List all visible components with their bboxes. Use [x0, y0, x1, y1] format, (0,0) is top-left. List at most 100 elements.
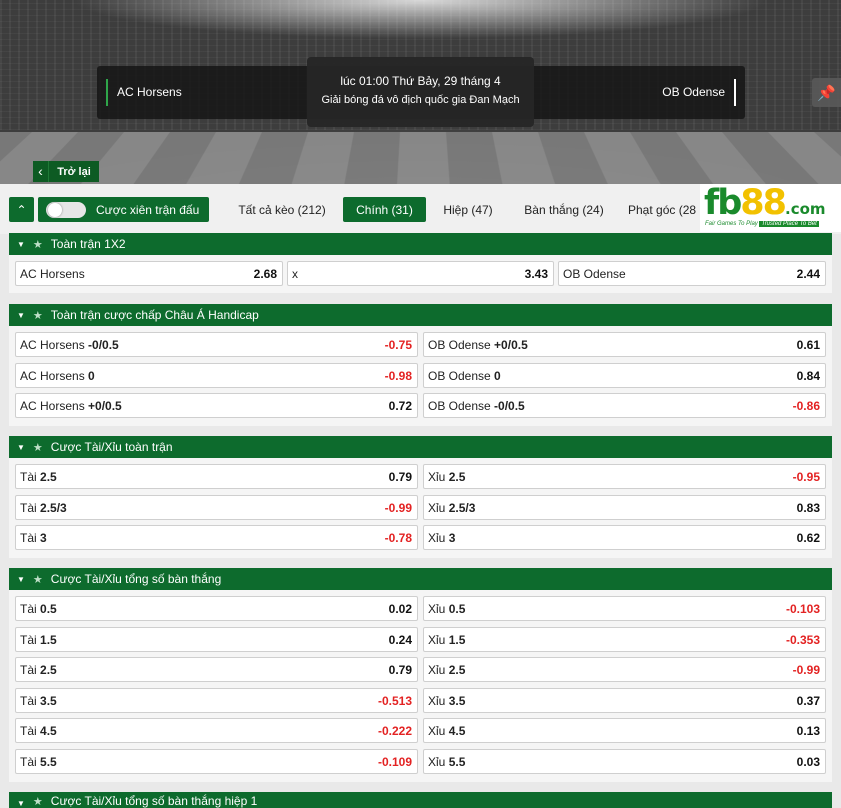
fb88-logo: fb88.com Fair Games To Play Trusted Plac…	[700, 184, 841, 232]
odds-value: -0.98	[384, 368, 412, 383]
odds-cell-left[interactable]: AC Horsens +0/0.5 0.72	[15, 393, 418, 418]
match-time: lúc 01:00 Thứ Bảy, 29 tháng 4	[340, 74, 501, 88]
odds-cell-right[interactable]: OB Odense -0/0.5 -0.86	[423, 393, 826, 418]
odds-cell-left[interactable]: Tài 3 -0.78	[15, 525, 418, 550]
parlay-label: Cược xiên trận đấu	[96, 202, 200, 217]
market-title: Cược Tài/Xỉu toàn trận	[50, 440, 173, 454]
odds-cell-home[interactable]: AC Horsens 2.68	[15, 261, 283, 286]
selection-line: 2.5	[40, 662, 57, 677]
selection-line: 4.5	[448, 723, 466, 738]
selection-line: 2.5	[40, 469, 57, 484]
tab-half[interactable]: Hiệp (47)	[436, 197, 500, 222]
selection-name: Tài	[20, 754, 37, 769]
odds-cell-right[interactable]: Xỉu 1.5 -0.353	[423, 627, 826, 652]
selection-name: Xỉu	[428, 601, 446, 616]
match-header-banner: AC Horsens OB Odense lúc 01:00 Thứ Bảy, …	[0, 0, 841, 184]
selection-line: 0	[88, 368, 95, 383]
market-header-1x2[interactable]: ▼ ★ Toàn trận 1X2	[9, 233, 832, 255]
odds-cell-left[interactable]: AC Horsens 0 -0.98	[15, 363, 418, 388]
market-header-total-goals[interactable]: ▼ ★ Cược Tài/Xỉu tổng số bàn thắng	[9, 568, 832, 590]
odds-cell-left[interactable]: Tài 2.5 0.79	[15, 657, 418, 682]
selection-line: -0/0.5	[494, 398, 525, 413]
logo-tag-right: Trusted Place To Bet	[759, 221, 819, 227]
selection-name: OB Odense	[428, 368, 491, 383]
market-title: Toàn trận cược chấp Châu Á Handicap	[50, 308, 259, 322]
selection-name: Xỉu	[428, 632, 446, 647]
collapse-all-button[interactable]: ⌃	[9, 197, 34, 222]
selection-line: 0.5	[40, 601, 57, 616]
odds-cell-right[interactable]: Xỉu 5.5 0.03	[423, 749, 826, 774]
tab-goals[interactable]: Bàn thắng (24)	[514, 197, 614, 222]
odds-cell-right[interactable]: Xỉu 2.5/3 0.83	[423, 495, 826, 520]
market-header-over-under[interactable]: ▼ ★ Cược Tài/Xỉu toàn trận	[9, 436, 832, 458]
selection-name: Xỉu	[428, 500, 446, 515]
selection-label: Tài 0.5	[20, 602, 57, 616]
odds-cell-draw[interactable]: x 3.43	[287, 261, 554, 286]
star-icon[interactable]: ★	[33, 441, 43, 454]
tab-all-markets[interactable]: Tất cả kèo (212)	[229, 197, 335, 222]
odds-cell-right[interactable]: Xỉu 2.5 -0.95	[423, 464, 826, 489]
odds-cell-right[interactable]: Xỉu 3.5 0.37	[423, 688, 826, 713]
selection-name: Xỉu	[428, 530, 446, 545]
odds-cell-left[interactable]: Tài 5.5 -0.109	[15, 749, 418, 774]
odds-cell-left[interactable]: Tài 0.5 0.02	[15, 596, 418, 621]
odds-value: -0.513	[377, 693, 412, 708]
selection-label: x	[292, 266, 298, 281]
odds-cell-left[interactable]: AC Horsens -0/0.5 -0.75	[15, 332, 418, 357]
selection-name: Xỉu	[428, 662, 446, 677]
odds-value: 0.72	[388, 398, 412, 413]
odds-cell-left[interactable]: Tài 2.5/3 -0.99	[15, 495, 418, 520]
odds-cell-away[interactable]: OB Odense 2.44	[558, 261, 826, 286]
selection-label: Tài 3.5	[20, 694, 57, 708]
odds-cell-left[interactable]: Tài 4.5 -0.222	[15, 718, 418, 743]
odds-value: 0.13	[796, 723, 820, 738]
market-header-total-goals-first-half[interactable]: ▼ ★ Cược Tài/Xỉu tổng số bàn thắng hiệp …	[9, 792, 832, 808]
odds-value: 0.61	[796, 337, 820, 352]
market-header-handicap[interactable]: ▼ ★ Toàn trận cược chấp Châu Á Handicap	[9, 304, 832, 326]
odds-cell-right[interactable]: Xỉu 4.5 0.13	[423, 718, 826, 743]
pin-icon: 📌	[817, 84, 836, 102]
selection-label: Xỉu 5.5	[428, 755, 465, 769]
odds-value: 0.84	[796, 368, 820, 383]
selection-name: Tài	[20, 601, 37, 616]
market-body-handicap: AC Horsens -0/0.5 -0.75 OB Odense +0/0.5 0.…	[9, 326, 832, 426]
selection-label: Xỉu 2.5	[428, 470, 465, 484]
caret-down-icon: ▼	[17, 310, 25, 320]
parlay-switch[interactable]	[46, 201, 86, 218]
odds-cell-right[interactable]: OB Odense +0/0.5 0.61	[423, 332, 826, 357]
odds-cell-left[interactable]: Tài 2.5 0.79	[15, 464, 418, 489]
selection-name: OB Odense	[428, 337, 491, 352]
selection-label: Tài 2.5	[20, 663, 57, 677]
star-icon[interactable]: ★	[33, 309, 43, 322]
selection-name: Tài	[20, 693, 37, 708]
odds-cell-right[interactable]: Xỉu 2.5 -0.99	[423, 657, 826, 682]
star-icon[interactable]: ★	[33, 795, 43, 808]
odds-cell-left[interactable]: Tài 1.5 0.24	[15, 627, 418, 652]
tab-corners[interactable]: Phạt góc (28	[628, 197, 708, 222]
odds-cell-right[interactable]: Xỉu 3 0.62	[423, 525, 826, 550]
market-title: Cược Tài/Xỉu tổng số bàn thắng	[50, 572, 222, 586]
logo-fb: fb	[704, 183, 742, 223]
parlay-toggle[interactable]: Cược xiên trận đấu	[38, 197, 209, 222]
selection-line: 5.5	[40, 754, 57, 769]
chevron-left-icon: ‹	[33, 161, 49, 182]
star-icon[interactable]: ★	[33, 573, 43, 586]
selection-name: Xỉu	[428, 723, 446, 738]
stadium-pitch	[0, 132, 841, 184]
selection-label: Tài 5.5	[20, 755, 57, 769]
tab-main[interactable]: Chính (31)	[343, 197, 426, 222]
pin-button[interactable]: 📌	[812, 78, 841, 107]
selection-name: Xỉu	[428, 754, 446, 769]
selection-label: AC Horsens	[20, 266, 85, 281]
selection-label: Tài 3	[20, 531, 47, 545]
selection-label: AC Horsens +0/0.5	[20, 399, 122, 413]
star-icon[interactable]: ★	[33, 238, 43, 251]
odds-value: -0.99	[384, 500, 412, 515]
back-button[interactable]: ‹ Trở lại	[33, 161, 99, 182]
odds-cell-right[interactable]: Xỉu 0.5 -0.103	[423, 596, 826, 621]
selection-label: AC Horsens 0	[20, 369, 95, 383]
odds-cell-right[interactable]: OB Odense 0 0.84	[423, 363, 826, 388]
odds-cell-left[interactable]: Tài 3.5 -0.513	[15, 688, 418, 713]
selection-name: Xỉu	[428, 469, 446, 484]
selection-label: Tài 2.5/3	[20, 501, 67, 515]
